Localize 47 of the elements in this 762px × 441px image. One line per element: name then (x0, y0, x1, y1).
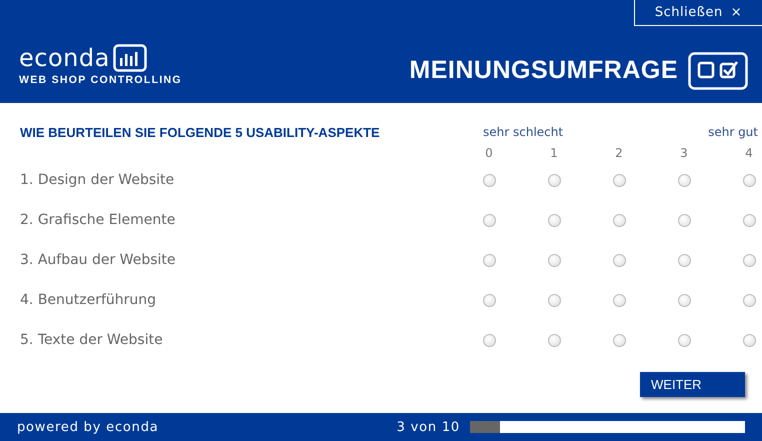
radio-button[interactable] (482, 254, 496, 266)
radio-button[interactable] (548, 214, 560, 226)
logo-tagline: WEB SHOP CONTROLLING (19, 74, 182, 86)
item-label: 4. Benutzerführung (20, 291, 158, 310)
radio-button[interactable] (482, 334, 496, 346)
radio-button[interactable] (482, 294, 496, 306)
radio-button[interactable] (548, 254, 560, 266)
scale-label: sehr gut (708, 125, 758, 140)
checkbox-icon (688, 52, 748, 90)
radio-button[interactable] (612, 294, 626, 306)
radio-button[interactable] (612, 214, 626, 226)
radio-button[interactable] (482, 174, 496, 186)
radio-button[interactable] (742, 174, 756, 186)
radio-button[interactable] (678, 334, 690, 346)
radio-button[interactable] (612, 254, 626, 266)
radio-button[interactable] (742, 294, 756, 306)
radio-button[interactable] (612, 334, 626, 346)
radio-button[interactable] (742, 214, 756, 226)
radio-button[interactable] (548, 294, 560, 306)
radio-button[interactable] (482, 214, 496, 226)
radio-button[interactable] (548, 334, 560, 346)
question-text: WIE BEURTEILEN SIE FOLGENDE 5 USABILITY-ASPEKTE (20, 125, 381, 140)
radio-button[interactable] (678, 294, 690, 306)
item-label: 2. Grafische Elemente (20, 211, 176, 230)
scale-value: 1 (549, 146, 559, 160)
radio-button[interactable] (548, 174, 560, 186)
next-button[interactable]: WEITER (640, 372, 745, 397)
bar-chart-icon (112, 44, 147, 72)
scale-value: 3 (679, 146, 689, 160)
radio-button[interactable] (678, 214, 690, 226)
powered-by-text: powered by econda (17, 420, 160, 434)
scale-value: 4 (744, 146, 754, 160)
logo-name: econda (19, 46, 110, 70)
item-label: 1. Design der Website (20, 171, 176, 190)
item-label: 5. Texte der Website (20, 331, 164, 350)
radio-button[interactable] (742, 254, 756, 266)
radio-button[interactable] (612, 174, 626, 186)
radio-button[interactable] (678, 174, 690, 186)
radio-button[interactable] (742, 334, 756, 346)
survey-title: MEINUNGSUMFRAGE (409, 56, 678, 85)
scale-label: sehr schlecht (483, 125, 564, 140)
item-label: 3. Aufbau der Website (20, 251, 176, 270)
scale-value: 2 (614, 146, 624, 160)
close-button[interactable]: Schließen × (634, 0, 762, 26)
radio-button[interactable] (678, 254, 690, 266)
scale-value: 0 (484, 146, 494, 160)
page-counter: 3 von 10 (396, 420, 460, 434)
